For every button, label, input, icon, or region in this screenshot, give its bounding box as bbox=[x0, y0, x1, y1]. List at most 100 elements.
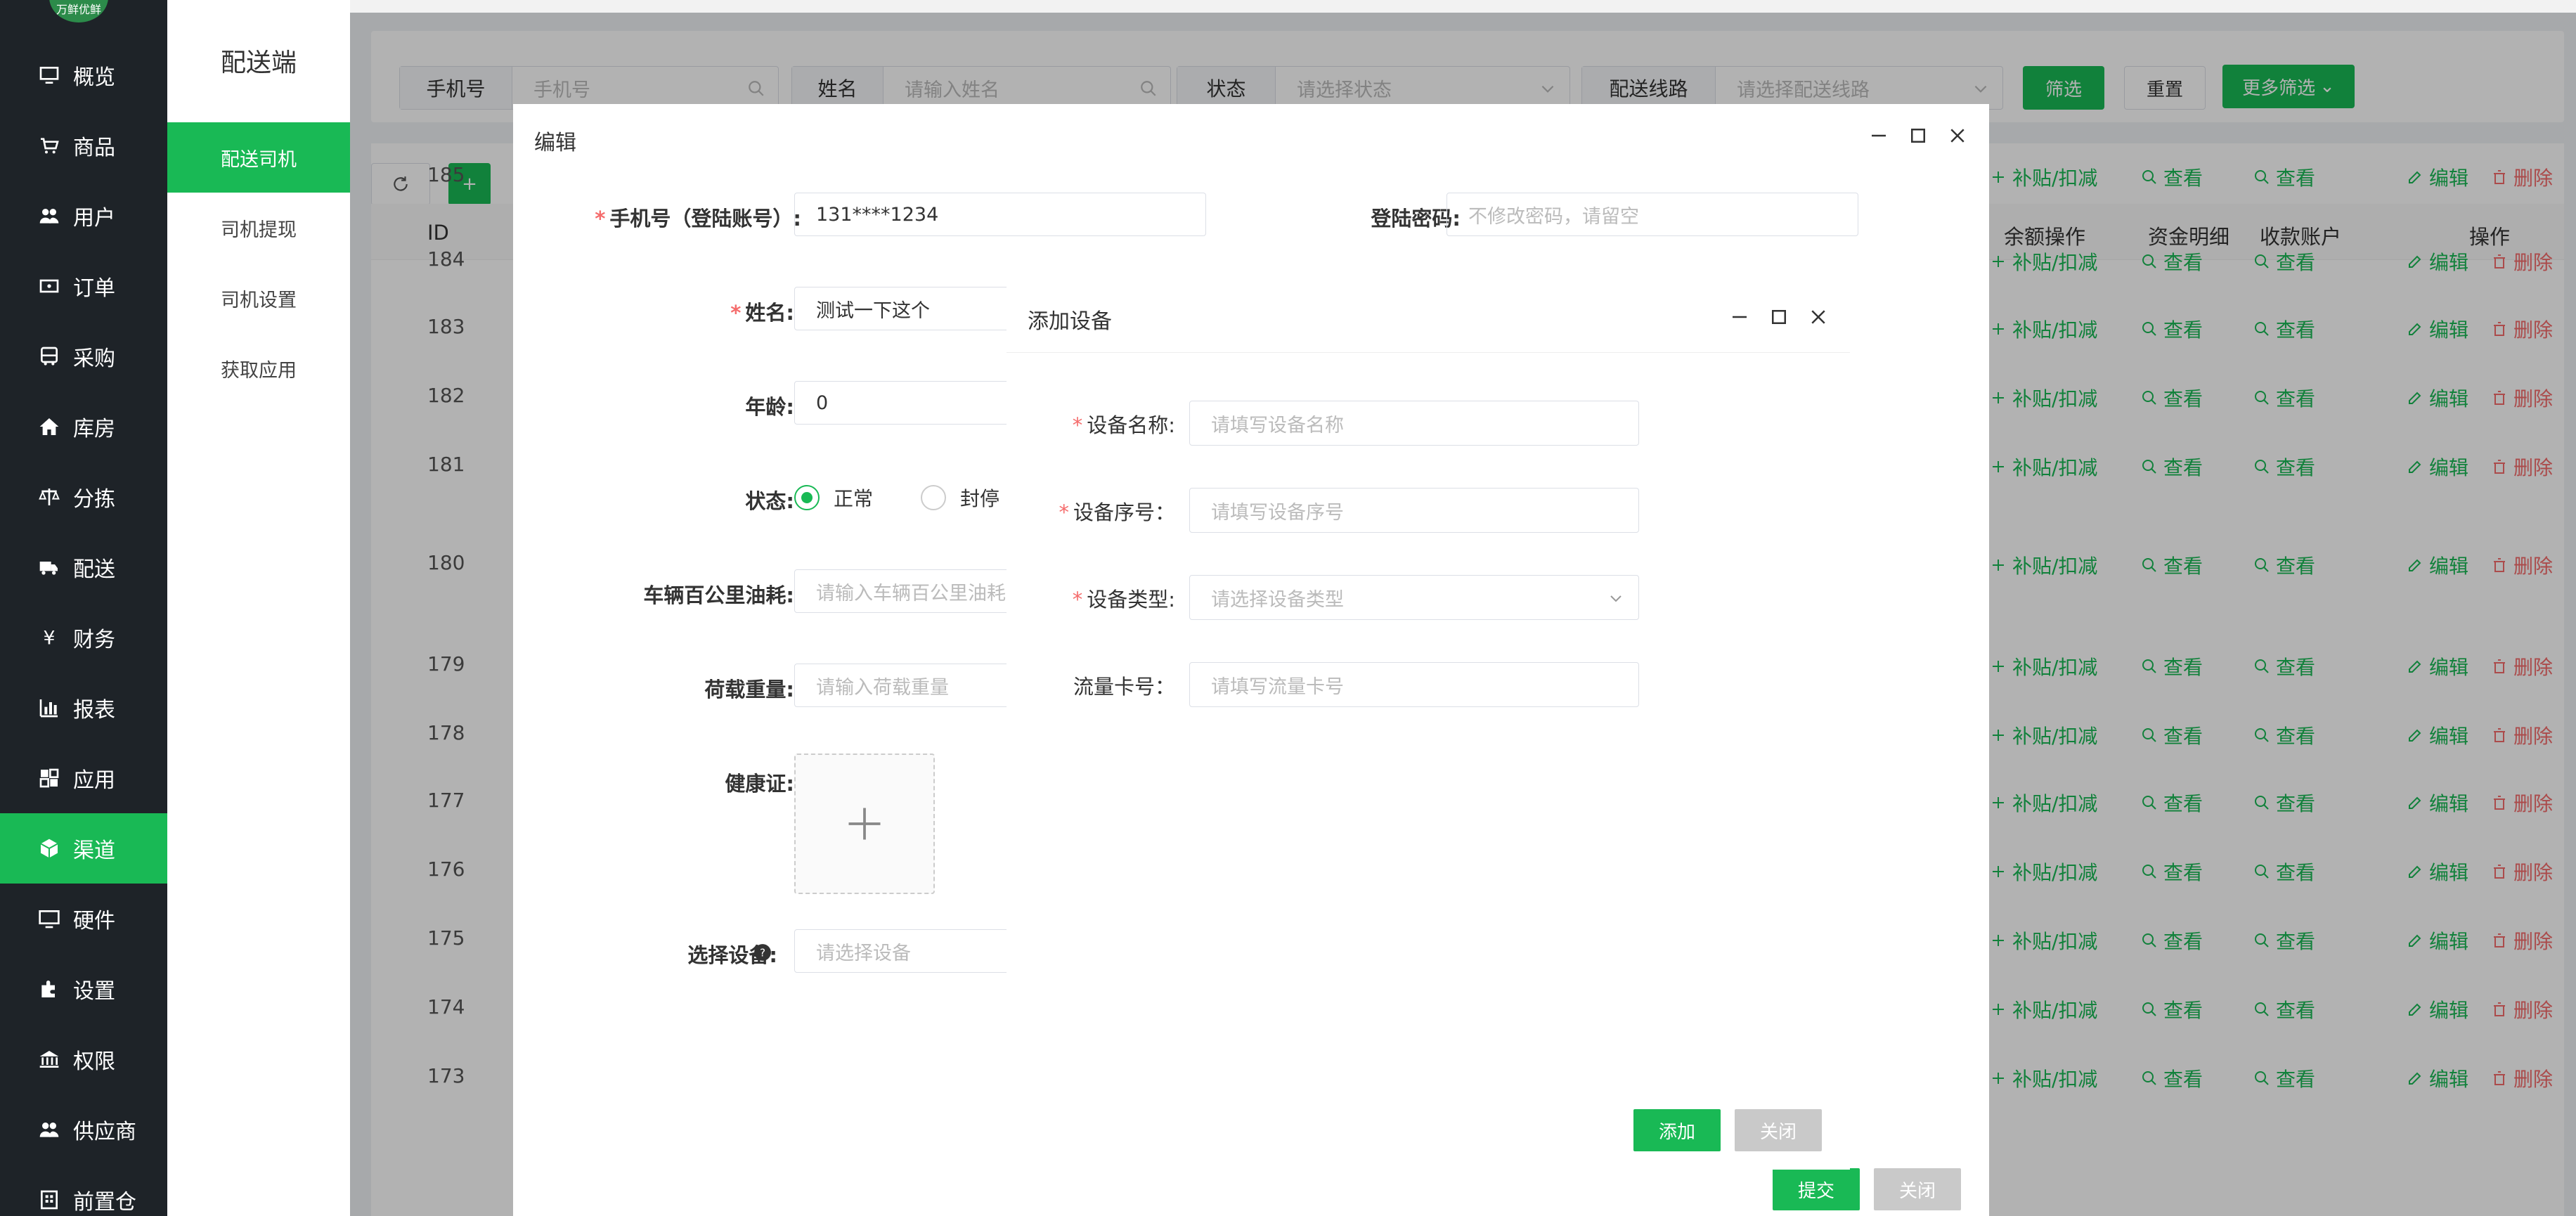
minimize-icon[interactable] bbox=[1868, 125, 1889, 146]
nav-item-0[interactable]: 概览 bbox=[0, 40, 167, 110]
nav-item-5[interactable]: 库房 bbox=[0, 392, 167, 462]
plus-icon bbox=[848, 808, 881, 840]
subnav-item-label: 司机提现 bbox=[221, 219, 297, 241]
age-label: 年龄: bbox=[745, 395, 794, 419]
nav-item-6[interactable]: 分拣 bbox=[0, 462, 167, 532]
nav-item-2[interactable]: 用户 bbox=[0, 181, 167, 251]
puzzle-icon bbox=[37, 976, 62, 1002]
desktop-icon bbox=[37, 906, 62, 931]
status-label: 状态: bbox=[745, 489, 794, 513]
device-name-input[interactable]: 请填写设备名称 bbox=[1189, 401, 1639, 446]
bus-icon bbox=[37, 344, 62, 369]
yen-icon: ¥ bbox=[37, 625, 62, 650]
nav-item-label: 供应商 bbox=[73, 1120, 136, 1144]
nav-item-label: 分拣 bbox=[73, 487, 115, 512]
nav-item-label: 报表 bbox=[73, 698, 115, 723]
add-device-controls bbox=[1729, 306, 1829, 328]
subnav-item-label: 配送司机 bbox=[221, 148, 297, 171]
nav-item-11[interactable]: 渠道 bbox=[0, 813, 167, 884]
minimize-icon[interactable] bbox=[1729, 306, 1750, 328]
status-block-label: 封停 bbox=[960, 487, 1000, 510]
nav-item-7[interactable]: 配送 bbox=[0, 532, 167, 602]
edit-dialog-controls bbox=[1868, 125, 1968, 146]
nav-item-label: 权限 bbox=[73, 1049, 115, 1074]
password-input[interactable]: 不修改密码，请留空 bbox=[1446, 193, 1858, 236]
nav-item-label: 财务 bbox=[73, 628, 115, 652]
nav-item-13[interactable]: 设置 bbox=[0, 954, 167, 1024]
device-type-placeholder: 请选择设备类型 bbox=[1211, 588, 1344, 611]
device-label: 选择设备: bbox=[687, 943, 777, 967]
nav-item-label: 配送 bbox=[73, 557, 115, 582]
subnav-item-label: 获取应用 bbox=[221, 359, 297, 382]
add-device-dialog: 添加设备 * 设备名称: 请填写设备名称 * 设备序号： 请填写设备序号 * 设备类型… bbox=[1007, 283, 1850, 1170]
add-device-button[interactable]: 添加 bbox=[1633, 1109, 1721, 1151]
edit-close-button[interactable]: 关闭 bbox=[1874, 1168, 1961, 1210]
add-device-close-button[interactable]: 关闭 bbox=[1735, 1109, 1822, 1151]
nav-item-label: 设置 bbox=[73, 979, 115, 1004]
cube-icon bbox=[37, 836, 62, 861]
edit-dialog-title: 编辑 bbox=[534, 131, 576, 155]
apps-icon bbox=[37, 765, 62, 791]
device-serial-input[interactable]: 请填写设备序号 bbox=[1189, 488, 1639, 533]
maximize-icon[interactable] bbox=[1768, 306, 1789, 328]
phone-input[interactable]: 131****1234 bbox=[794, 193, 1206, 236]
device-name-label: * 设备名称: bbox=[1072, 413, 1175, 437]
name-label: * 姓名: bbox=[730, 301, 794, 325]
close-icon[interactable] bbox=[1808, 306, 1829, 328]
users-icon bbox=[37, 203, 62, 228]
nav-item-label: 硬件 bbox=[73, 909, 115, 933]
status-radio-normal[interactable]: 正常 bbox=[794, 484, 873, 512]
subnav-item-withdraw[interactable]: 司机提现 bbox=[167, 193, 350, 263]
add-device-title: 添加设备 bbox=[1028, 309, 1112, 334]
users-icon bbox=[37, 1117, 62, 1142]
nav-item-4[interactable]: 采购 bbox=[0, 321, 167, 392]
status-radio-block[interactable]: 封停 bbox=[921, 484, 999, 512]
nav-item-15[interactable]: 供应商 bbox=[0, 1094, 167, 1165]
nav-item-14[interactable]: 权限 bbox=[0, 1024, 167, 1094]
subnav-item-drivers[interactable]: 配送司机 bbox=[167, 122, 350, 193]
subnav-title: 配送端 bbox=[220, 48, 297, 77]
monitor-icon bbox=[37, 63, 62, 88]
help-icon[interactable]: ? bbox=[753, 943, 772, 962]
truck-icon bbox=[37, 555, 62, 580]
submit-button[interactable]: 提交 bbox=[1773, 1168, 1860, 1210]
fuel-label: 车辆百公里油耗: bbox=[643, 583, 794, 607]
nav-item-label: 库房 bbox=[73, 417, 115, 441]
close-icon[interactable] bbox=[1947, 125, 1968, 146]
app-logo: 万鲜优鲜 bbox=[49, 0, 108, 22]
nav-item-8[interactable]: ¥ 财务 bbox=[0, 602, 167, 673]
svg-text:¥: ¥ bbox=[44, 627, 56, 649]
health-cert-upload[interactable] bbox=[794, 753, 935, 894]
sim-card-input[interactable]: 请填写流量卡号 bbox=[1189, 662, 1639, 707]
app-root: 万鲜优鲜 概览商品用户订单采购库房分拣配送 ¥ 财务报表应用渠道硬件设置权限供应商前… bbox=[0, 0, 2576, 1216]
device-serial-label-text: 设备序号： bbox=[1073, 500, 1175, 524]
nav-item-10[interactable]: 应用 bbox=[0, 743, 167, 813]
sim-card-label: 流量卡号： bbox=[1073, 675, 1175, 699]
device-type-select[interactable]: 请选择设备类型 bbox=[1189, 575, 1639, 620]
nav-item-3[interactable]: 订单 bbox=[0, 251, 167, 321]
radio-unchecked-icon bbox=[921, 485, 946, 510]
nav-item-label: 应用 bbox=[73, 768, 115, 793]
phone-label-text: 手机号（登陆账号）: bbox=[609, 207, 801, 231]
name-label-text: 姓名: bbox=[745, 301, 794, 325]
nav-item-label: 商品 bbox=[73, 136, 115, 160]
maximize-icon[interactable] bbox=[1908, 125, 1929, 146]
nav-item-label: 概览 bbox=[73, 65, 115, 90]
bar-chart-icon bbox=[37, 695, 62, 720]
nav-item-9[interactable]: 报表 bbox=[0, 673, 167, 743]
nav-item-1[interactable]: 商品 bbox=[0, 110, 167, 181]
subnav-item-settings[interactable]: 司机设置 bbox=[167, 263, 350, 333]
device-type-label: * 设备类型: bbox=[1072, 588, 1175, 612]
svg-text:?: ? bbox=[760, 946, 765, 959]
radio-checked-icon bbox=[794, 485, 820, 510]
subnav-item-get-app[interactable]: 获取应用 bbox=[167, 333, 350, 403]
load-label: 荷载重量: bbox=[704, 678, 794, 701]
nav-item-16[interactable]: 前置仓 bbox=[0, 1165, 167, 1216]
subnav-item-label: 司机设置 bbox=[221, 289, 297, 311]
sub-sidebar: 配送端 配送司机 司机提现 司机设置 获取应用 bbox=[167, 0, 350, 1216]
nav-item-label: 采购 bbox=[73, 347, 115, 371]
status-normal-label: 正常 bbox=[834, 487, 874, 510]
logo-text: 万鲜优鲜 bbox=[56, 3, 101, 16]
nav-item-label: 用户 bbox=[73, 206, 115, 231]
nav-item-12[interactable]: 硬件 bbox=[0, 884, 167, 954]
